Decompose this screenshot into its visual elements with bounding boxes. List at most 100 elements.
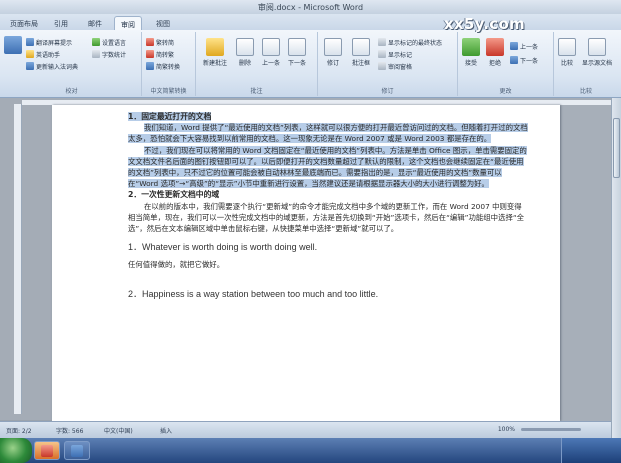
track-changes-icon — [324, 38, 342, 56]
delete-comment-button[interactable]: 删除 — [234, 38, 256, 67]
comment-icon — [206, 38, 224, 56]
proofing-group: 翻译屏幕提示 设置语言 字数统计 英语助手 更新输入法词典 校对 — [2, 32, 142, 96]
page-indicator[interactable]: 页面: 2/2 — [6, 426, 32, 435]
zoom-slider[interactable] — [521, 428, 581, 431]
reviewing-pane-button[interactable]: 审阅窗格 — [378, 62, 412, 72]
compare-group: 比较 显示源文档 比较 — [554, 32, 618, 96]
chinese-conversion-group: 繁转简 简转繁 简繁转换 中文简繁转换 — [142, 32, 196, 96]
tracking-label: 修订 — [381, 88, 394, 95]
next-change-button[interactable]: 下一条 — [510, 56, 538, 66]
accept-button[interactable]: 接受 — [460, 38, 482, 67]
paragraph-2: 不过，我们现在可以将常用的 Word 文档固定在“最近使用的文档”列表中。方法是… — [128, 145, 527, 189]
show-markup-button[interactable]: 显示标记 — [378, 50, 412, 60]
comments-group: 新建批注 删除 上一条 下一条 批注 — [196, 32, 318, 96]
convert-icon — [146, 38, 154, 46]
start-button[interactable] — [0, 438, 32, 463]
word-icon — [71, 445, 83, 457]
accept-icon — [462, 38, 480, 56]
chinese-label: 中文简繁转换 — [150, 88, 187, 95]
set-language-button[interactable]: 设置语言 — [92, 38, 126, 48]
insert-mode[interactable]: 插入 — [160, 426, 172, 435]
convert-icon — [146, 50, 154, 58]
next-comment-button[interactable]: 下一条 — [286, 38, 308, 67]
translate-icon — [26, 38, 34, 46]
tab-page-layout[interactable]: 页面布局 — [4, 16, 44, 30]
word-window: 审阅.docx - Microsoft Word xx5y.com 页面布局 引… — [0, 0, 621, 463]
prev-comment-button[interactable]: 上一条 — [260, 38, 282, 67]
balloons-icon — [352, 38, 370, 56]
delete-comment-icon — [236, 38, 254, 56]
right-margin-area — [559, 105, 611, 421]
word-count-button[interactable]: 字数统计 — [92, 50, 126, 60]
english-sentence-2: 2．Happiness is a way station between too… — [128, 288, 379, 299]
vertical-scrollbar[interactable] — [611, 98, 621, 438]
heading-2: 2．一次性更新文档中的域 — [128, 190, 220, 200]
next-comment-icon — [288, 38, 306, 56]
trad-to-simp-button[interactable]: 繁转简 — [146, 38, 174, 48]
translate-tip-button[interactable]: 翻译屏幕提示 — [26, 38, 72, 48]
show-source-button[interactable]: 显示源文档 — [582, 38, 612, 67]
title-bar: 审阅.docx - Microsoft Word — [0, 0, 621, 14]
prev-comment-icon — [262, 38, 280, 56]
display-for-review-select[interactable]: 显示标记的最终状态 — [378, 38, 442, 48]
compare-button[interactable]: 比较 — [556, 38, 578, 67]
watermark: xx5y.com — [443, 15, 525, 33]
ribbon-tabs: 页面布局 引用 邮件 审阅 视图 — [0, 14, 621, 30]
update-ime-button[interactable]: 更新输入法词典 — [26, 62, 78, 72]
heading-1: 1．固定最近打开的文档 — [128, 112, 212, 121]
tab-references[interactable]: 引用 — [48, 16, 74, 30]
reject-button[interactable]: 拒绝 — [484, 38, 506, 67]
ribbon: 翻译屏幕提示 设置语言 字数统计 英语助手 更新输入法词典 校对 繁转简 简转繁… — [0, 30, 621, 98]
convert-icon — [146, 62, 154, 70]
compare-icon — [558, 38, 576, 56]
tracking-group: 修订 批注框 显示标记的最终状态 显示标记 审阅窗格 修订 — [318, 32, 458, 96]
abc-check-icon — [4, 36, 22, 54]
changes-label: 更改 — [499, 88, 512, 95]
compare-label: 比较 — [579, 88, 592, 95]
system-tray — [561, 438, 621, 463]
paragraph-3: 在以前的版本中，我们需要逐个执行“更新域”的命令才能完成文档中多个域的更新工作，… — [128, 201, 525, 234]
markup-icon — [378, 50, 386, 58]
comments-label: 批注 — [250, 88, 263, 95]
language-icon — [92, 38, 100, 46]
chinese-sentence-1: 任何值得做的，就把它做好。 — [128, 260, 225, 270]
paragraph-1: 我们知道，Word 提供了“最近使用的文档”列表，这样就可以很方便的打开最近曾访… — [128, 123, 528, 144]
tab-mailings[interactable]: 邮件 — [82, 16, 108, 30]
window-title: 审阅.docx - Microsoft Word — [257, 3, 364, 12]
taskbar-app-1[interactable] — [34, 441, 60, 460]
count-icon — [92, 50, 100, 58]
display-icon — [378, 38, 386, 46]
english-assist-button[interactable]: 英语助手 — [26, 50, 60, 60]
status-bar: 页面: 2/2 字数: 566 中文(中国) 插入 100% — [0, 421, 611, 438]
taskbar — [0, 438, 621, 463]
tab-view[interactable]: 视图 — [150, 16, 176, 30]
simp-to-trad-button[interactable]: 简转繁 — [146, 50, 174, 60]
tab-review[interactable]: 审阅 — [114, 16, 142, 30]
reject-icon — [486, 38, 504, 56]
new-comment-button[interactable]: 新建批注 — [202, 38, 228, 67]
language-indicator[interactable]: 中文(中国) — [104, 426, 133, 435]
document-page[interactable]: 1．固定最近打开的文档 我们知道，Word 提供了“最近使用的文档”列表，这样就… — [52, 105, 560, 421]
zoom-level[interactable]: 100% — [498, 426, 515, 433]
taskbar-word[interactable] — [64, 441, 90, 460]
scroll-thumb[interactable] — [613, 118, 620, 178]
proofing-label: 校对 — [65, 88, 78, 95]
dictionary-icon — [26, 62, 34, 70]
vertical-ruler — [14, 104, 22, 414]
changes-group: 接受 拒绝 上一条 下一条 更改 — [458, 32, 554, 96]
conversion-button[interactable]: 简繁转换 — [146, 62, 180, 72]
assist-icon — [26, 50, 34, 58]
prev-change-button[interactable]: 上一条 — [510, 42, 538, 52]
spelling-button[interactable] — [2, 36, 24, 56]
source-doc-icon — [588, 38, 606, 56]
word-count[interactable]: 字数: 566 — [56, 426, 83, 435]
document-body[interactable]: 1．固定最近打开的文档 我们知道，Word 提供了“最近使用的文档”列表，这样就… — [128, 111, 528, 300]
english-sentence-1: 1．Whatever is worth doing is worth doing… — [128, 242, 318, 253]
prev-change-icon — [510, 42, 518, 50]
app-icon — [41, 445, 53, 457]
balloons-button[interactable]: 批注框 — [348, 38, 374, 67]
track-changes-button[interactable]: 修订 — [322, 38, 344, 67]
next-change-icon — [510, 56, 518, 64]
